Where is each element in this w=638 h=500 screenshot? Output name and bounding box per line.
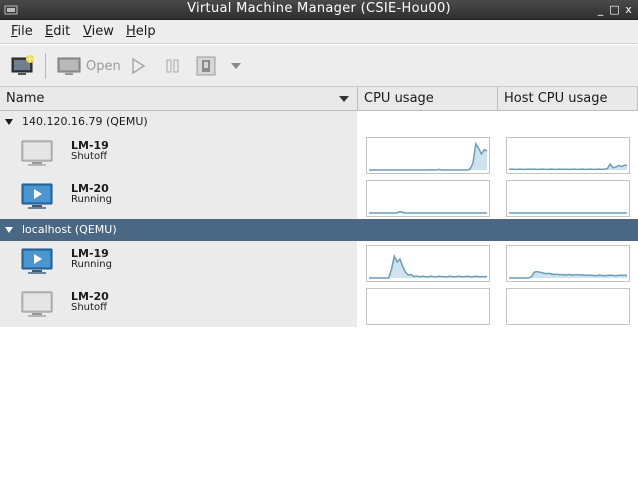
vm-status: Shutoff bbox=[71, 302, 107, 313]
vm-running-icon bbox=[21, 183, 53, 209]
dropdown-arrow-icon bbox=[231, 63, 241, 69]
column-header-cpu-label: CPU usage bbox=[364, 91, 434, 106]
usage-line bbox=[369, 141, 488, 171]
connection-label: 140.120.16.79 (QEMU) bbox=[22, 115, 148, 128]
vm-status: Running bbox=[71, 194, 112, 205]
sort-descending-icon bbox=[339, 96, 349, 102]
play-icon bbox=[132, 57, 146, 75]
connection-label: localhost (QEMU) bbox=[22, 223, 117, 236]
column-header-host-cpu[interactable]: Host CPU usage bbox=[498, 87, 638, 111]
column-header-name[interactable]: Name bbox=[0, 87, 358, 111]
menu-file[interactable]: File bbox=[11, 24, 33, 39]
close-button[interactable]: x bbox=[622, 3, 635, 16]
usage-sparkline bbox=[367, 289, 489, 324]
usage-sparkline bbox=[369, 254, 487, 279]
column-headers: Name CPU usage Host CPU usage bbox=[0, 87, 638, 111]
window-titlebar[interactable]: Virtual Machine Manager (CSIE-Hou00) _ □… bbox=[0, 0, 638, 20]
menu-help-mnemonic: H bbox=[126, 24, 136, 39]
toolbar-separator bbox=[45, 53, 46, 79]
column-header-name-label: Name bbox=[6, 91, 45, 106]
usage-line bbox=[369, 254, 487, 279]
usage-line bbox=[369, 210, 487, 214]
new-vm-icon bbox=[11, 55, 34, 75]
usage-sparkline bbox=[369, 210, 487, 214]
vm-row[interactable]: LM-19 Running bbox=[0, 241, 638, 284]
cpu-usage-graph bbox=[366, 137, 490, 174]
menu-view-mnemonic: V bbox=[83, 24, 92, 39]
run-button[interactable] bbox=[130, 53, 146, 79]
vm-shutoff-icon bbox=[21, 291, 53, 317]
cpu-usage-graph bbox=[366, 288, 490, 325]
usage-sparkline bbox=[508, 162, 628, 171]
menu-edit[interactable]: Edit bbox=[45, 24, 70, 39]
usage-sparkline bbox=[509, 212, 627, 214]
expander-expanded-icon[interactable] bbox=[5, 227, 13, 233]
vm-status: Shutoff bbox=[71, 151, 107, 162]
menu-file-label: ile bbox=[17, 24, 33, 39]
expander-expanded-icon[interactable] bbox=[5, 119, 13, 125]
open-console-icon bbox=[57, 57, 81, 75]
connection-row[interactable]: 140.120.16.79 (QEMU) bbox=[0, 111, 638, 133]
menu-edit-mnemonic: E bbox=[45, 24, 54, 39]
usage-sparkline bbox=[369, 141, 488, 171]
host-cpu-usage-graph bbox=[506, 137, 630, 174]
open-button[interactable]: Open bbox=[57, 53, 121, 79]
maximize-button[interactable]: □ bbox=[608, 3, 621, 16]
usage-area bbox=[369, 143, 487, 170]
toolbar: Open bbox=[0, 45, 638, 87]
vm-shutoff-icon bbox=[21, 140, 53, 166]
pause-icon bbox=[166, 59, 179, 73]
shutdown-menu-button[interactable] bbox=[230, 53, 242, 79]
column-header-cpu[interactable]: CPU usage bbox=[358, 87, 498, 111]
usage-area bbox=[369, 256, 487, 278]
usage-sparkline bbox=[507, 289, 629, 324]
menu-help[interactable]: Help bbox=[126, 24, 156, 39]
minimize-button[interactable]: _ bbox=[594, 3, 607, 16]
vm-status: Running bbox=[71, 259, 112, 270]
new-vm-button[interactable] bbox=[10, 53, 36, 79]
pause-button[interactable] bbox=[165, 53, 181, 79]
cpu-usage-graph bbox=[366, 180, 490, 217]
menu-bar: File Edit View Help bbox=[0, 20, 638, 44]
host-cpu-usage-graph bbox=[506, 245, 630, 282]
menu-view-label: iew bbox=[91, 24, 114, 39]
shutdown-button[interactable] bbox=[196, 53, 216, 79]
vm-running-icon bbox=[21, 248, 53, 274]
menu-edit-label: dit bbox=[53, 24, 71, 39]
open-button-label: Open bbox=[86, 58, 121, 74]
host-cpu-usage-graph bbox=[506, 180, 630, 217]
vm-row[interactable]: LM-20 Shutoff bbox=[0, 284, 638, 327]
usage-sparkline bbox=[509, 270, 628, 279]
window-title: Virtual Machine Manager (CSIE-Hou00) bbox=[187, 1, 451, 16]
vm-row[interactable]: LM-20 Running bbox=[0, 176, 638, 219]
menu-help-label: elp bbox=[135, 24, 156, 39]
shutdown-icon bbox=[196, 56, 216, 76]
cpu-usage-graph bbox=[366, 245, 490, 282]
connection-row[interactable]: localhost (QEMU) bbox=[0, 219, 638, 241]
host-cpu-usage-graph bbox=[506, 288, 630, 325]
vm-row[interactable]: LM-19 Shutoff bbox=[0, 133, 638, 176]
column-header-host-cpu-label: Host CPU usage bbox=[504, 91, 608, 106]
menu-view[interactable]: View bbox=[83, 24, 114, 39]
